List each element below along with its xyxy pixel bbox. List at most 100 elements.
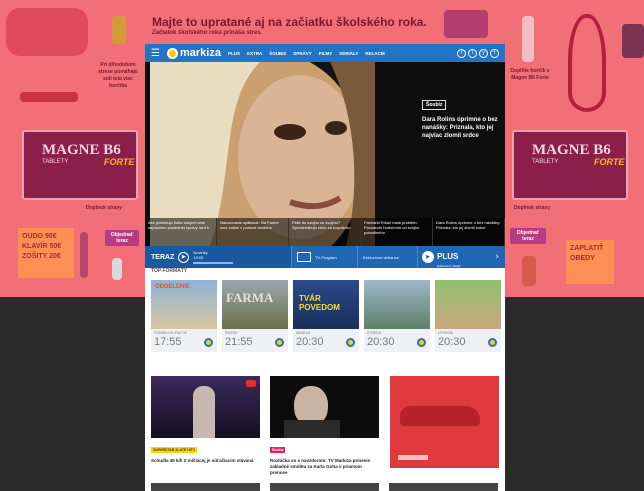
nav-item-filmy[interactable]: FILMY — [319, 51, 333, 56]
tv-program-link[interactable]: TV Program — [291, 246, 357, 268]
ad-form: TABLETY — [42, 159, 69, 165]
related-article-2[interactable]: Nalosovanie aplikácie: Na Farme sme zatk… — [217, 218, 289, 246]
news-title[interactable]: Schudla 49 kíl! Z mlčiacej je súťažiacim… — [151, 458, 260, 464]
format-card[interactable]: FARMA PIATOK 21:55 — [222, 280, 288, 352]
news-title[interactable]: Rozlúčka so s navzdorom: TV Markíza prin… — [270, 458, 379, 476]
car-ad-button[interactable] — [398, 455, 428, 460]
browser-viewport: Majte to upratané aj na začiatku školské… — [0, 0, 644, 491]
ad-variant-right: FORTE — [594, 157, 625, 167]
hero-category-badge[interactable]: Šoubiz — [422, 100, 447, 110]
video-play-icon[interactable] — [246, 380, 256, 387]
markiza-logo[interactable]: markiza — [166, 47, 221, 59]
now-time: 19:00 — [193, 255, 204, 260]
pencil-case-image — [6, 8, 88, 56]
now-playing[interactable]: TERAZ ▶ Novinky 19:00 — [145, 246, 291, 268]
battery-small-image — [112, 258, 122, 280]
ad-right-copy: Doplňte horčík s Magne B6 Forte — [510, 68, 550, 81]
facebook-icon[interactable]: f — [457, 48, 466, 58]
news-tag[interactable]: SUPERSTAR ZLATÉ HITY — [151, 447, 198, 453]
now-label: TERAZ — [151, 253, 175, 261]
format-card[interactable]: STREDA 20:30 — [364, 280, 430, 352]
hero-related-strip: Ako potrebujú ľudia záujem sme zapísaním… — [145, 218, 505, 246]
markiza-website: ☰ markiza PLUS EXTRA ŠOUBIZ SPRÁVY FILMY… — [145, 44, 505, 491]
play-icon[interactable]: ▶ — [178, 251, 190, 263]
news-thumbnail — [270, 376, 379, 438]
lipstick-image — [80, 232, 88, 278]
format-day: PONDELOK-PIATOK — [154, 331, 188, 335]
news-thumbnail — [151, 376, 260, 438]
markiza-channel-icon — [346, 338, 355, 347]
next-row-thumbnails — [151, 483, 498, 491]
ad-cta-right[interactable]: Objednať teraz — [510, 228, 546, 244]
nav-item-soubiz[interactable]: ŠOUBIZ — [269, 51, 286, 56]
nav-item-relacie[interactable]: RELACIE — [365, 51, 385, 56]
tv-icon — [297, 252, 311, 262]
nav-item-serialy[interactable]: SERIÁLY — [339, 51, 358, 56]
nav-item-extra[interactable]: EXTRA — [247, 51, 262, 56]
markiza-channel-icon — [417, 338, 426, 347]
portrait-suit — [284, 420, 340, 438]
top-formats-title: TOP FORMÁTY — [151, 268, 188, 274]
format-card[interactable]: ODDELENIE PONDELOK-PIATOK 17:55 — [151, 280, 217, 352]
instagram-icon[interactable]: i — [468, 48, 477, 58]
sticky-note-left: OUDO 90€ KLAVÍR 50€ ZOŠITY 20€ — [18, 228, 74, 278]
markiza-channel-icon — [275, 338, 284, 347]
markiza-plus-link[interactable]: ▶ PLUS Exkluzívny obsah › — [417, 246, 505, 268]
format-thumbnail — [364, 280, 430, 329]
ad-headline: Majte to upratané aj na začiatku školské… — [152, 15, 427, 29]
notebook-image — [622, 24, 644, 58]
ad-subline: Začiatok školského roka prináša stres. — [152, 30, 263, 36]
nav-item-plus[interactable]: PLUS — [228, 51, 240, 56]
logo-text: markiza — [179, 47, 221, 59]
youtube-icon[interactable]: y — [479, 48, 488, 58]
plus-sub: Exkluzívny obsah — [437, 264, 461, 268]
twitter-icon[interactable]: t — [490, 48, 499, 58]
plus-label: PLUS — [437, 252, 459, 261]
markiza-channel-icon — [488, 338, 497, 347]
next-thumbnail-3[interactable] — [389, 483, 498, 491]
magne-b6-box-left[interactable]: MAGNE B6 TABLETY FORTE — [22, 130, 138, 200]
pouch-image — [444, 10, 488, 38]
tv-program-label: TV Program — [315, 254, 337, 260]
news-tag[interactable]: Šoubiz — [270, 447, 286, 453]
battery-image — [112, 16, 126, 44]
format-logo-text: ODDELENIE — [155, 284, 191, 290]
format-card[interactable]: UTOROK 20:30 — [435, 280, 501, 352]
car-ad-image — [390, 376, 499, 468]
related-article-1[interactable]: Ako potrebujú ľudia záujem sme zapísaním… — [145, 218, 217, 246]
car-shape — [400, 406, 480, 426]
ad-variant: FORTE — [104, 157, 135, 167]
ad-cta-left[interactable]: Objednať teraz — [105, 230, 139, 246]
ad-small-right: Doplnok stravy — [513, 205, 551, 211]
chevron-right-icon[interactable]: › — [495, 252, 499, 262]
format-card[interactable]: TVÁR POVEDOM NEDEĽA 20:30 — [293, 280, 359, 352]
next-thumbnail-2[interactable] — [270, 483, 379, 491]
next-thumbnail-1[interactable] — [151, 483, 260, 491]
news-ad-card[interactable] — [390, 376, 499, 468]
magne-b6-box-right[interactable]: MAGNE B6 TABLETY FORTE — [512, 130, 628, 200]
hero-article[interactable]: Šoubiz Dara Rolins úprimne o bez nanášky… — [145, 62, 505, 246]
ad-form-right: TABLETY — [532, 159, 559, 165]
exclusive-videos-link[interactable]: Exkluzívne videá na — [357, 246, 417, 268]
format-day: STREDA — [367, 331, 382, 335]
live-bar: TERAZ ▶ Novinky 19:00 TV Program Exkluzí… — [145, 246, 505, 268]
news-card[interactable]: SUPERSTAR ZLATÉ HITY Schudla 49 kíl! Z m… — [151, 376, 260, 464]
nav-item-spravy[interactable]: SPRÁVY — [293, 51, 312, 56]
format-day: PIATOK — [225, 331, 238, 335]
related-article-4[interactable]: Farmárki Ríšaž mala problém: Pozváncik h… — [361, 218, 433, 246]
hamburger-icon[interactable]: ☰ — [151, 48, 160, 59]
plus-logo-icon: ▶ — [422, 251, 434, 263]
hero-headline[interactable]: Dara Rolins úprimne o bez nanášky: Prizn… — [422, 116, 500, 140]
stage-person — [193, 386, 215, 438]
ad-left-copy: Pri dlhodobom strese pomáhajú soli tela … — [98, 62, 138, 89]
format-logo-text: FARMA — [226, 290, 274, 305]
news-card[interactable]: Šoubiz Rozlúčka so s navzdorom: TV Markí… — [270, 376, 379, 476]
ad-small-left: Doplnok stravy — [85, 205, 123, 211]
markiza-channel-icon — [204, 338, 213, 347]
format-logo-text: TVÁR POVEDOM — [299, 294, 340, 312]
social-links: f i y t — [457, 48, 499, 58]
format-thumbnail — [435, 280, 501, 329]
related-article-3[interactable]: Fidle do svojho zo svojmu? Sprostredkujú… — [289, 218, 361, 246]
format-thumbnail: FARMA — [222, 280, 288, 329]
related-article-5[interactable]: Dara Rolins úprimne o bez nanášky: Prizn… — [433, 218, 505, 246]
